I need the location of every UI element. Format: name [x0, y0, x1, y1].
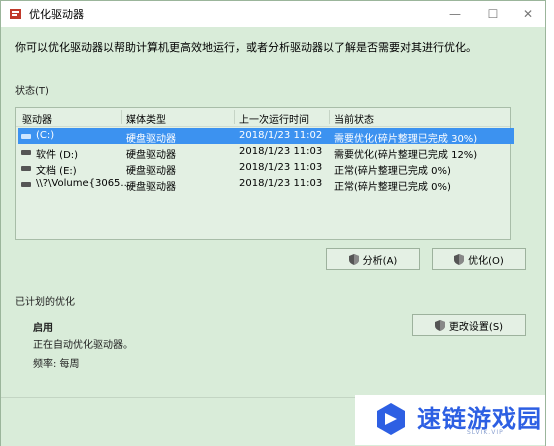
- drive-row-c[interactable]: (C:) 硬盘驱动器 2018/1/23 11:02 需要优化(碎片整理已完成 …: [18, 128, 514, 145]
- column-separator[interactable]: [121, 110, 122, 124]
- minimize-button[interactable]: —: [437, 1, 473, 27]
- drive-row-volume[interactable]: \\?\Volume{3065... 硬盘驱动器 2018/1/23 11:03…: [18, 176, 516, 193]
- main-content: 你可以优化驱动器以帮助计算机更高效地运行，或者分析驱动器以了解是否需要对其进行优…: [1, 27, 545, 397]
- last-run: 2018/1/23 11:03: [239, 162, 323, 173]
- drive-name: 软件 (D:): [36, 150, 79, 161]
- title-bar[interactable]: 优化驱动器 — ☐ ✕: [1, 1, 545, 27]
- watermark: 速链游戏园 SLVIK.VIP: [355, 395, 545, 445]
- drive-name: \\?\Volume{3065...: [36, 178, 130, 189]
- analyze-button[interactable]: 分析(A): [326, 248, 420, 270]
- maximize-button[interactable]: ☐: [475, 1, 511, 27]
- last-run: 2018/1/23 11:03: [239, 146, 323, 157]
- drives-list[interactable]: 驱动器 媒体类型 上一次运行时间 当前状态 (C:) 硬盘驱动器 2018/1/…: [15, 107, 514, 240]
- media-type: 硬盘驱动器: [126, 166, 176, 177]
- change-settings-label: 更改设置(S): [448, 321, 504, 333]
- media-type: 硬盘驱动器: [126, 150, 176, 161]
- analyze-label: 分析(A): [362, 255, 398, 267]
- uac-shield-icon: [348, 253, 359, 265]
- column-header-status[interactable]: 当前状态: [334, 111, 374, 126]
- schedule-state: 启用: [33, 323, 53, 334]
- drive-status: 需要优化(碎片整理已完成 12%): [334, 150, 478, 161]
- optimize-button[interactable]: 优化(O): [432, 248, 526, 270]
- uac-shield-icon: [434, 319, 445, 331]
- close-button[interactable]: ✕: [510, 1, 546, 27]
- hard-drive-icon: [21, 134, 31, 139]
- status-label: 状态(T): [15, 86, 49, 97]
- scheduled-optimization-label: 已计划的优化: [15, 297, 75, 308]
- uac-shield-icon: [454, 253, 465, 265]
- column-header-media[interactable]: 媒体类型: [126, 111, 166, 126]
- drive-name: 文档 (E:): [36, 166, 77, 177]
- column-header-last-run[interactable]: 上一次运行时间: [239, 111, 309, 126]
- drive-name: (C:): [36, 130, 55, 141]
- optimize-label: 优化(O): [468, 255, 504, 267]
- column-separator[interactable]: [329, 110, 330, 124]
- window-title: 优化驱动器: [29, 8, 84, 21]
- description-text: 你可以优化驱动器以帮助计算机更高效地运行，或者分析驱动器以了解是否需要对其进行优…: [15, 41, 477, 54]
- hard-drive-icon: [21, 182, 31, 187]
- media-type: 硬盘驱动器: [126, 134, 176, 145]
- list-header: 驱动器 媒体类型 上一次运行时间 当前状态: [16, 108, 510, 127]
- schedule-description: 正在自动优化驱动器。: [33, 340, 133, 351]
- watermark-subtext: SLVIK.VIP: [467, 429, 504, 436]
- optimize-drives-window: 优化驱动器 — ☐ ✕ 你可以优化驱动器以帮助计算机更高效地运行，或者分析驱动器…: [0, 0, 546, 446]
- column-header-drive[interactable]: 驱动器: [22, 111, 52, 126]
- hard-drive-icon: [21, 150, 31, 155]
- defrag-app-icon: [10, 9, 21, 19]
- last-run: 2018/1/23 11:03: [239, 178, 323, 189]
- last-run: 2018/1/23 11:02: [239, 130, 323, 141]
- drive-status: 正常(碎片整理已完成 0%): [334, 182, 451, 193]
- change-settings-button[interactable]: 更改设置(S): [412, 314, 526, 336]
- watermark-logo-icon: [377, 403, 405, 435]
- hard-drive-icon: [21, 166, 31, 171]
- drive-row-d[interactable]: 软件 (D:) 硬盘驱动器 2018/1/23 11:03 需要优化(碎片整理已…: [18, 144, 516, 161]
- schedule-frequency: 频率: 每周: [33, 359, 80, 370]
- column-separator[interactable]: [234, 110, 235, 124]
- drive-row-e[interactable]: 文档 (E:) 硬盘驱动器 2018/1/23 11:03 正常(碎片整理已完成…: [18, 160, 516, 177]
- drive-status: 正常(碎片整理已完成 0%): [334, 166, 451, 177]
- media-type: 硬盘驱动器: [126, 182, 176, 193]
- drive-status: 需要优化(碎片整理已完成 30%): [334, 134, 478, 145]
